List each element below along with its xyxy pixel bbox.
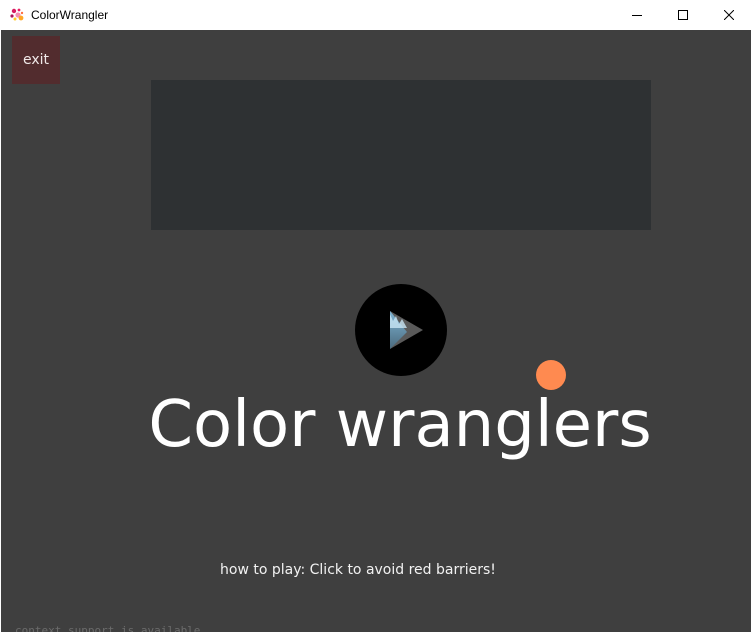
play-button[interactable] <box>355 284 447 376</box>
title-bar[interactable]: ColorWrangler <box>0 0 752 30</box>
minimize-button[interactable] <box>614 0 660 30</box>
console-output: context support is available <box>15 625 201 632</box>
maximize-button[interactable] <box>660 0 706 30</box>
window-title: ColorWrangler <box>31 8 109 22</box>
close-button[interactable] <box>706 0 752 30</box>
maximize-icon <box>678 10 688 20</box>
app-splash-icon <box>9 7 25 23</box>
close-icon <box>724 10 734 20</box>
game-canvas[interactable]: exit Color wranglers how to play: Click … <box>1 30 751 632</box>
dark-panel <box>151 80 651 230</box>
minimize-icon <box>632 10 642 20</box>
game-title: Color wranglers <box>148 388 652 462</box>
instructions-text: how to play: Click to avoid red barriers… <box>220 562 496 578</box>
exit-button[interactable]: exit <box>12 36 60 84</box>
app-window: ColorWrangler exit Color wranglers how t… <box>0 0 752 632</box>
